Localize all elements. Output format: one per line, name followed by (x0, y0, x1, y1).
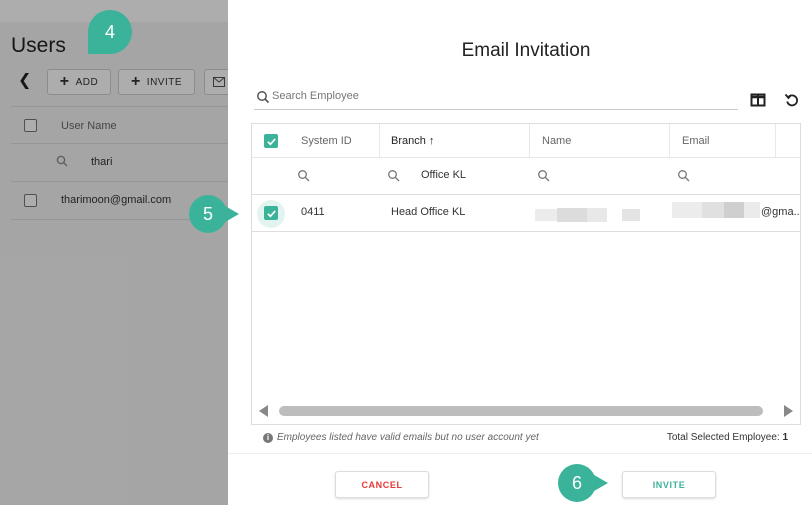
system-id-column-header[interactable]: System ID (301, 135, 352, 147)
row-checkbox[interactable] (264, 206, 278, 220)
step-marker-4: 4 (88, 10, 132, 54)
total-selected-count: 1 (782, 432, 788, 443)
columns-icon[interactable] (750, 92, 766, 108)
scrollbar-thumb[interactable] (279, 406, 763, 416)
horizontal-scrollbar[interactable] (257, 404, 797, 418)
search-icon (257, 91, 270, 104)
grid-filter-row: Office KL (252, 158, 800, 195)
scroll-right-arrow-icon[interactable] (784, 405, 793, 417)
info-icon: i (263, 432, 273, 443)
reset-icon[interactable] (784, 92, 800, 108)
search-input[interactable] (272, 90, 732, 102)
footer-divider (228, 453, 812, 454)
search-icon[interactable] (387, 169, 400, 182)
email-cell-suffix: @gma... (761, 206, 801, 218)
column-divider (775, 124, 776, 158)
branch-filter-value[interactable]: Office KL (421, 169, 466, 181)
marker-number: 6 (571, 472, 582, 493)
search-icon[interactable] (677, 169, 690, 182)
redacted-name-part (557, 208, 587, 222)
footnote-text: Employees listed have valid emails but n… (277, 432, 539, 443)
column-divider (379, 124, 380, 158)
redacted-email-part (702, 202, 724, 218)
grid-header-row: System ID Branch ↑ Name Email (252, 124, 800, 158)
redacted-name-part (622, 209, 640, 221)
redacted-name-part (535, 209, 557, 221)
check-icon (266, 209, 276, 217)
search-icon[interactable] (297, 169, 310, 182)
scroll-left-arrow-icon[interactable] (259, 405, 268, 417)
branch-cell: Head Office KL (391, 206, 466, 218)
check-icon (266, 137, 276, 145)
email-column-header[interactable]: Email (682, 135, 710, 147)
table-row[interactable]: 0411 Head Office KL @gma... (252, 195, 801, 232)
redacted-email-part (744, 202, 760, 218)
system-id-cell: 0411 (301, 206, 325, 218)
employee-search (254, 88, 738, 110)
redacted-email-part (672, 202, 702, 218)
footnote: i Employees listed have valid emails but… (263, 432, 539, 443)
cancel-button[interactable]: CANCEL (335, 471, 429, 498)
employee-grid: System ID Branch ↑ Name Email Office KL … (251, 123, 801, 425)
select-all-checkbox[interactable] (264, 134, 278, 148)
invite-button[interactable]: INVITE (622, 471, 716, 498)
redacted-email-part (724, 202, 744, 218)
redacted-name-part (587, 208, 607, 222)
dialog-title: Email Invitation (461, 40, 591, 61)
name-column-header[interactable]: Name (542, 135, 571, 147)
total-selected: Total Selected Employee: 1 (667, 432, 788, 443)
step-marker-5: 5 (189, 195, 241, 233)
step-marker-6: 6 (558, 464, 620, 502)
branch-column-header[interactable]: Branch ↑ (391, 135, 434, 147)
search-icon[interactable] (537, 169, 550, 182)
total-selected-label: Total Selected Employee: (666, 432, 780, 443)
column-divider (669, 124, 670, 158)
modal-backdrop[interactable] (0, 0, 228, 505)
email-invitation-dialog: Email Invitation System ID Branch ↑ Name… (228, 0, 812, 505)
marker-number: 5 (202, 203, 213, 224)
column-divider (529, 124, 530, 158)
